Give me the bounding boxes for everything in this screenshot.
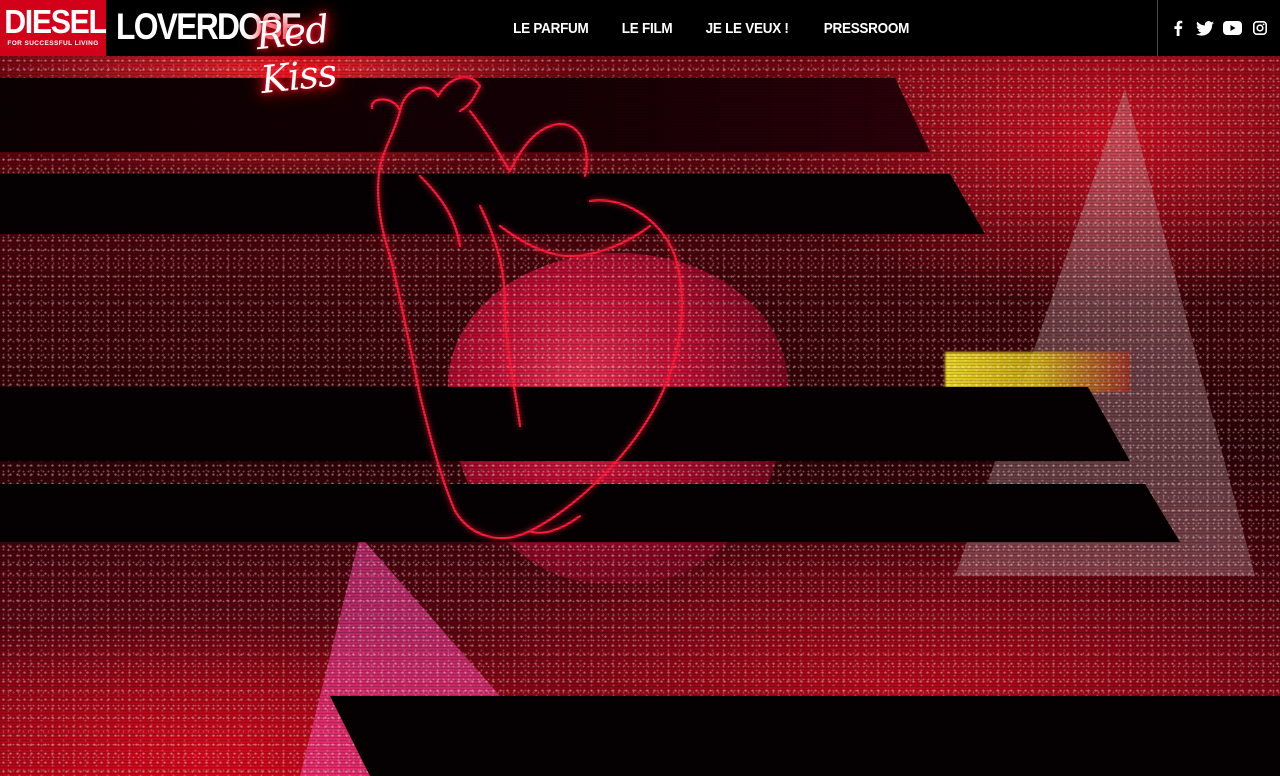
- nav-pressroom[interactable]: PRESSROOM: [812, 20, 921, 37]
- hero-visual: [0, 56, 1280, 776]
- twitter-icon[interactable]: [1195, 18, 1215, 38]
- scanline-overlay: [0, 56, 1280, 776]
- brand-script: Red Kiss: [253, 6, 339, 103]
- instagram-icon[interactable]: [1250, 18, 1270, 38]
- diesel-logo-word: DIESEL: [4, 3, 107, 40]
- youtube-icon[interactable]: [1223, 18, 1243, 38]
- nav-le-film[interactable]: LE FILM: [610, 20, 684, 37]
- diesel-logo-tagline: FOR SUCCESSFUL LIVING: [7, 40, 99, 47]
- nav-le-parfum[interactable]: LE PARFUM: [501, 20, 600, 37]
- site-header: DIESEL FOR SUCCESSFUL LIVING LOVERDOSE R…: [0, 0, 1280, 103]
- main-nav: LE PARFUM LE FILM JE LE VEUX ! PRESSROOM: [496, 0, 927, 56]
- diesel-logo[interactable]: DIESEL FOR SUCCESSFUL LIVING: [0, 0, 107, 56]
- nav-je-le-veux[interactable]: JE LE VEUX !: [694, 20, 800, 37]
- facebook-icon[interactable]: [1168, 18, 1188, 38]
- social-links: [1157, 0, 1280, 56]
- loverdose-brand-logo[interactable]: LOVERDOSE Red Kiss: [116, 4, 416, 103]
